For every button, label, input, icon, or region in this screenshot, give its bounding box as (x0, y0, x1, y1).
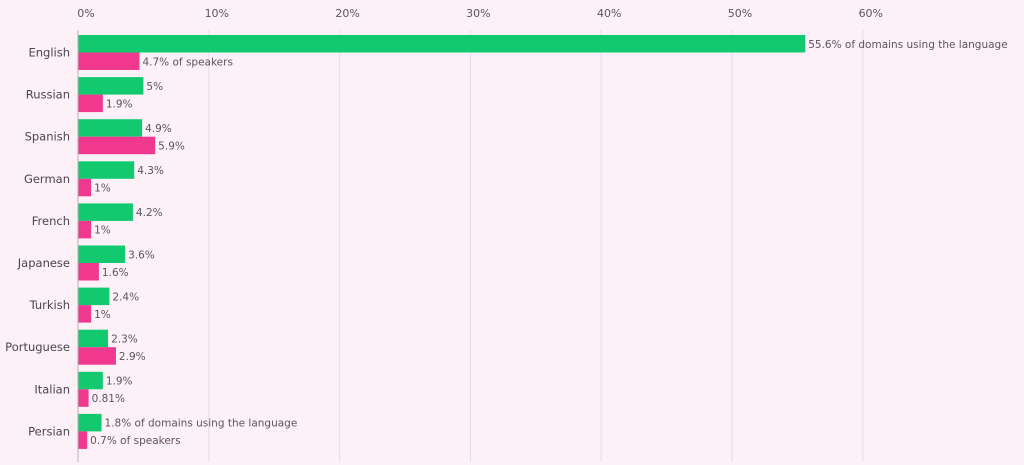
x-tick-label: 40% (597, 7, 621, 20)
category-label: Japanese (17, 256, 70, 270)
language-bar-chart: 0% 10% 20% 30% 40% 50% 60% English Russian Spani… (5, 7, 1008, 462)
category-label: English (28, 46, 70, 60)
x-tick-label: 30% (466, 7, 490, 20)
data-label: 1.9% (106, 98, 133, 110)
category-label: Spanish (25, 130, 70, 144)
category-label: Portuguese (5, 340, 70, 354)
bar-series-1 (78, 136, 156, 155)
bar-series-1 (78, 305, 92, 323)
bar-series-1 (78, 94, 103, 113)
data-label: 55.6% of domains using the language (808, 39, 1007, 51)
data-label: 5.9% (158, 140, 185, 152)
data-label: 1.6% (102, 267, 129, 279)
data-label: 1.8% of domains using the language (105, 418, 298, 430)
data-label: 1% (94, 183, 111, 195)
bars (78, 35, 806, 449)
category-labels: English Russian Spanish German French Japanes… (5, 46, 70, 439)
data-label: 1.9% (106, 376, 133, 388)
category-label: Persian (28, 424, 70, 438)
data-label: 2.9% (119, 351, 146, 363)
x-tick-label: 0% (77, 7, 94, 20)
data-label: 5% (146, 81, 163, 93)
x-tick-label: 50% (728, 7, 752, 20)
data-label: 4.2% (136, 207, 163, 219)
bar-series-1 (78, 178, 92, 197)
category-label: Turkish (29, 298, 70, 312)
bar-series-0 (78, 413, 102, 432)
x-tick-label: 10% (205, 7, 229, 20)
category-label: French (32, 214, 70, 228)
x-tick-label: 60% (859, 7, 883, 20)
data-label: 0.81% (92, 393, 125, 405)
data-label: 3.6% (128, 249, 155, 261)
x-tick-label: 20% (335, 7, 359, 20)
bar-series-0 (78, 203, 133, 221)
data-label: 2.3% (111, 333, 138, 345)
data-labels: 55.6% of domains using the language 4.7% … (90, 39, 1008, 447)
bar-series-1 (78, 347, 116, 365)
data-label: 4.7% of speakers (142, 56, 232, 68)
data-label: 4.9% (145, 123, 172, 135)
bar-series-1 (78, 263, 99, 281)
bar-series-0 (78, 77, 144, 95)
bar-series-0 (78, 161, 135, 179)
category-label: German (24, 172, 70, 186)
bar-series-0 (78, 245, 126, 263)
bar-series-0 (78, 119, 143, 137)
data-label: 1% (94, 225, 111, 237)
bar-series-0 (78, 35, 806, 53)
data-label: 4.3% (137, 165, 164, 177)
data-label: 0.7% of speakers (90, 435, 180, 447)
bar-series-1 (78, 52, 140, 70)
bar-series-0 (78, 287, 110, 306)
bar-series-0 (78, 329, 109, 348)
category-label: Russian (26, 88, 70, 102)
bar-series-0 (78, 371, 103, 390)
bar-series-1 (78, 220, 92, 239)
category-label: Italian (34, 382, 70, 396)
grid-lines (77, 30, 864, 462)
data-label: 2.4% (112, 291, 139, 303)
x-axis-ticks: 0% 10% 20% 30% 40% 50% 60% (77, 7, 883, 20)
bar-series-1 (78, 431, 88, 449)
data-label: 1% (94, 309, 111, 321)
bar-series-1 (78, 389, 89, 407)
